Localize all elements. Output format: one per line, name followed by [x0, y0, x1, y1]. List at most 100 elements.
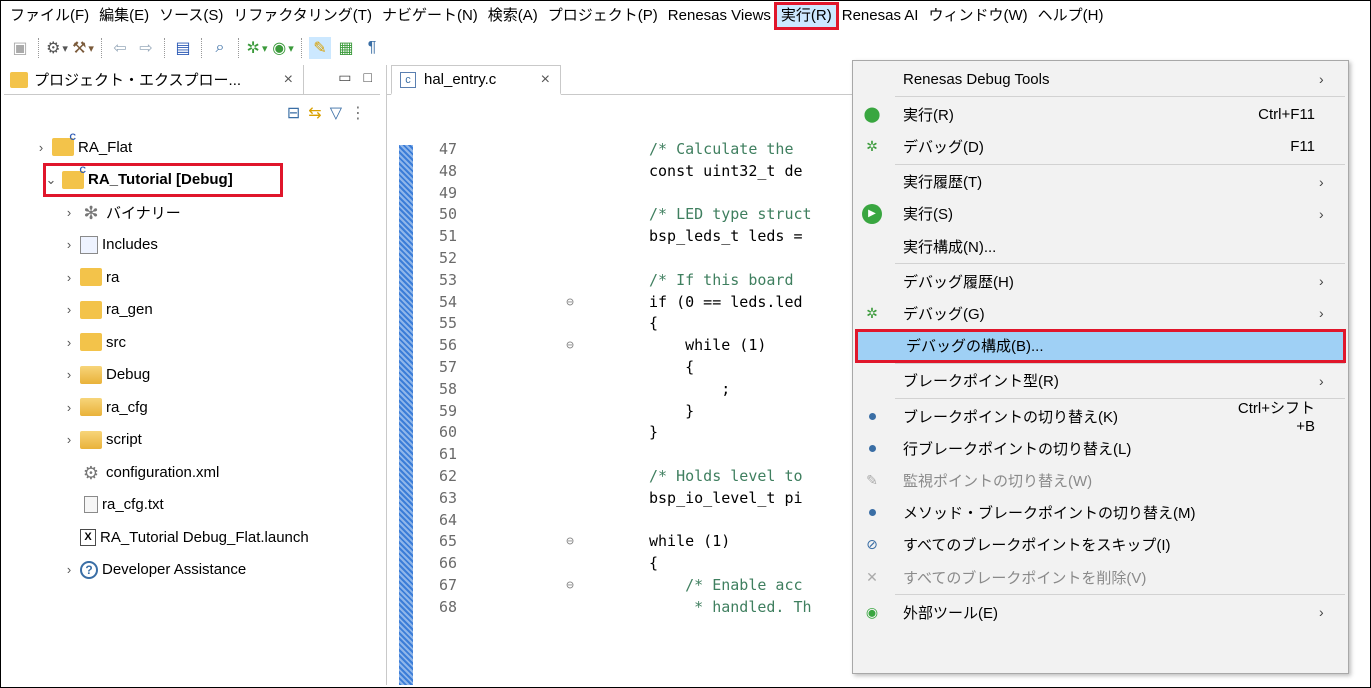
tree-item-script[interactable]: › script: [4, 424, 380, 457]
tree-item-configuration-xml[interactable]: ⚙ configuration.xml: [4, 456, 380, 489]
code-line[interactable]: 55 {: [387, 313, 857, 335]
code-line[interactable]: 65 ⊖ while (1): [387, 531, 857, 553]
code-line[interactable]: 59 }: [387, 401, 857, 423]
editor-tab-hal-entry[interactable]: c hal_entry.c ×: [391, 65, 561, 95]
menu-item[interactable]: ▶ 実行(S) ›: [853, 198, 1350, 230]
back-icon[interactable]: ⇦: [109, 37, 131, 59]
menu-file[interactable]: ファイル(F): [5, 4, 94, 28]
tree-item-ra-cfg[interactable]: › ra_cfg: [4, 391, 380, 424]
code-line[interactable]: 68 * handled. Th: [387, 597, 857, 619]
pilcrow-icon[interactable]: ¶: [361, 37, 383, 59]
fold-toggle-icon[interactable]: ⊖: [563, 335, 577, 357]
menu-item[interactable]: ◉ 外部ツール(E) ›: [853, 596, 1350, 628]
fold-toggle-icon[interactable]: ⊖: [563, 531, 577, 553]
tree-item-ra-gen[interactable]: › ra_gen: [4, 294, 380, 327]
menu-run[interactable]: 実行(R): [773, 2, 839, 30]
maximize-icon[interactable]: □: [364, 69, 372, 86]
menu-item[interactable]: ブレークポイント型(R) ›: [853, 365, 1350, 397]
external-tools-icon[interactable]: ◉: [272, 37, 294, 59]
menu-item[interactable]: ✕ すべてのブレークポイントを削除(V): [853, 561, 1350, 593]
project-explorer-tab[interactable]: プロジェクト・エクスプロー... ×: [4, 64, 304, 95]
code-line[interactable]: 67 ⊖ /* Enable acc: [387, 575, 857, 597]
fold-toggle-icon[interactable]: ⊖: [563, 292, 577, 314]
annotation-icon[interactable]: ▦: [335, 37, 357, 59]
minimize-icon[interactable]: ▭: [338, 69, 351, 86]
menu-refactor[interactable]: リファクタリング(T): [228, 4, 377, 28]
tree-item-binaries[interactable]: › ✻ バイナリー: [4, 196, 380, 229]
code-line[interactable]: 53 /* If this board: [387, 270, 857, 292]
expand-chevron-icon[interactable]: ›: [62, 367, 76, 382]
menu-item[interactable]: ✲ デバッグ(D) F11: [853, 130, 1350, 162]
expand-chevron-icon[interactable]: ›: [62, 205, 76, 220]
menu-item[interactable]: ⊘ すべてのブレークポイントをスキップ(I): [853, 529, 1350, 561]
save-icon[interactable]: ▣: [9, 37, 31, 59]
menu-edit[interactable]: 編集(E): [94, 4, 154, 28]
code-line[interactable]: 52: [387, 248, 857, 270]
expand-chevron-icon[interactable]: ›: [62, 432, 76, 447]
tree-item-launch-file[interactable]: X RA_Tutorial Debug_Flat.launch: [4, 521, 380, 554]
menu-search[interactable]: 検索(A): [483, 4, 543, 28]
debug-bug-icon[interactable]: ✲: [246, 37, 268, 59]
code-line[interactable]: 50 /* LED type struct: [387, 204, 857, 226]
menu-item[interactable]: ブレークポイントの切り替え(K) Ctrl+シフト+B: [853, 400, 1350, 435]
code-line[interactable]: 51 bsp_leds_t leds =: [387, 226, 857, 248]
menu-renesas-ai[interactable]: Renesas AI: [837, 4, 924, 28]
fold-toggle-icon[interactable]: ⊖: [563, 575, 577, 597]
build-hammer-icon[interactable]: ⚒: [72, 37, 94, 59]
code-line[interactable]: 48 const uint32_t de: [387, 161, 857, 183]
code-line[interactable]: 61: [387, 444, 857, 466]
tree-item-ra-flat[interactable]: › RA_Flat: [4, 131, 380, 164]
menu-renesas-views[interactable]: Renesas Views: [663, 4, 776, 28]
collapse-chevron-icon[interactable]: ⌄: [44, 172, 58, 188]
link-with-editor-icon[interactable]: ⇆: [308, 103, 321, 123]
code-line[interactable]: 57 {: [387, 357, 857, 379]
code-line[interactable]: 58 ;: [387, 379, 857, 401]
menu-item[interactable]: 実行構成(N)...: [853, 230, 1350, 262]
menu-item[interactable]: 行ブレークポイントの切り替え(L): [853, 432, 1350, 464]
expand-chevron-icon[interactable]: ›: [62, 335, 76, 350]
expand-chevron-icon[interactable]: ›: [62, 237, 76, 252]
menu-item[interactable]: ✎ 監視ポイントの切り替え(W): [853, 464, 1350, 496]
code-line[interactable]: 49: [387, 183, 857, 205]
code-line[interactable]: 47 /* Calculate the: [387, 139, 857, 161]
menu-window[interactable]: ウィンドウ(W): [923, 4, 1032, 28]
code-line[interactable]: 66 {: [387, 553, 857, 575]
menu-help[interactable]: ヘルプ(H): [1033, 4, 1109, 28]
menu-item[interactable]: ⬤ 実行(R) Ctrl+F11: [853, 98, 1350, 130]
menu-project[interactable]: プロジェクト(P): [543, 4, 663, 28]
code-line[interactable]: 60}: [387, 422, 857, 444]
expand-chevron-icon[interactable]: ›: [62, 400, 76, 415]
search-icon[interactable]: ⌕: [209, 37, 231, 59]
code-line[interactable]: 62 /* Holds level to: [387, 466, 857, 488]
menu-item[interactable]: Renesas Debug Tools ›: [853, 63, 1350, 95]
tree-item-includes[interactable]: › Includes: [4, 229, 380, 262]
expand-chevron-icon[interactable]: ›: [34, 140, 48, 155]
expand-chevron-icon[interactable]: ›: [62, 270, 76, 285]
code-line[interactable]: 64: [387, 510, 857, 532]
code-line[interactable]: 54 ⊖ if (0 == leds.led: [387, 292, 857, 314]
terminal-icon[interactable]: ▤: [172, 37, 194, 59]
menu-source[interactable]: ソース(S): [154, 4, 228, 28]
filter-icon[interactable]: ▽: [330, 103, 342, 123]
menu-navigate[interactable]: ナビゲート(N): [377, 4, 483, 28]
tree-item-ra-cfg-txt[interactable]: ra_cfg.txt: [4, 489, 380, 522]
menu-item[interactable]: デバッグ履歴(H) ›: [853, 265, 1350, 297]
tree-item-debug[interactable]: › Debug: [4, 359, 380, 392]
menu-item[interactable]: デバッグの構成(B)...: [855, 328, 1346, 363]
tree-item-developer-assistance[interactable]: › ? Developer Assistance: [4, 554, 380, 587]
tree-item-ra-tutorial[interactable]: ⌄ RA_Tutorial [Debug]: [43, 162, 283, 197]
tree-item-src[interactable]: › src: [4, 326, 380, 359]
highlight-icon[interactable]: ✎: [309, 37, 331, 59]
expand-chevron-icon[interactable]: ›: [62, 562, 76, 577]
expand-chevron-icon[interactable]: ›: [62, 302, 76, 317]
menu-item[interactable]: ✲ デバッグ(G) ›: [853, 297, 1350, 329]
tree-item-ra[interactable]: › ra: [4, 261, 380, 294]
collapse-all-icon[interactable]: ⊟: [287, 103, 300, 123]
menu-item[interactable]: 実行履歴(T) ›: [853, 166, 1350, 198]
build-config-icon[interactable]: ⚙: [46, 37, 68, 59]
close-icon[interactable]: ×: [541, 71, 550, 89]
forward-icon[interactable]: ⇨: [135, 37, 157, 59]
code-line[interactable]: 56 ⊖ while (1): [387, 335, 857, 357]
code-area[interactable]: 47 /* Calculate the 48 const uint32_t de 49…: [387, 139, 857, 619]
menu-item[interactable]: メソッド・ブレークポイントの切り替え(M): [853, 497, 1350, 529]
